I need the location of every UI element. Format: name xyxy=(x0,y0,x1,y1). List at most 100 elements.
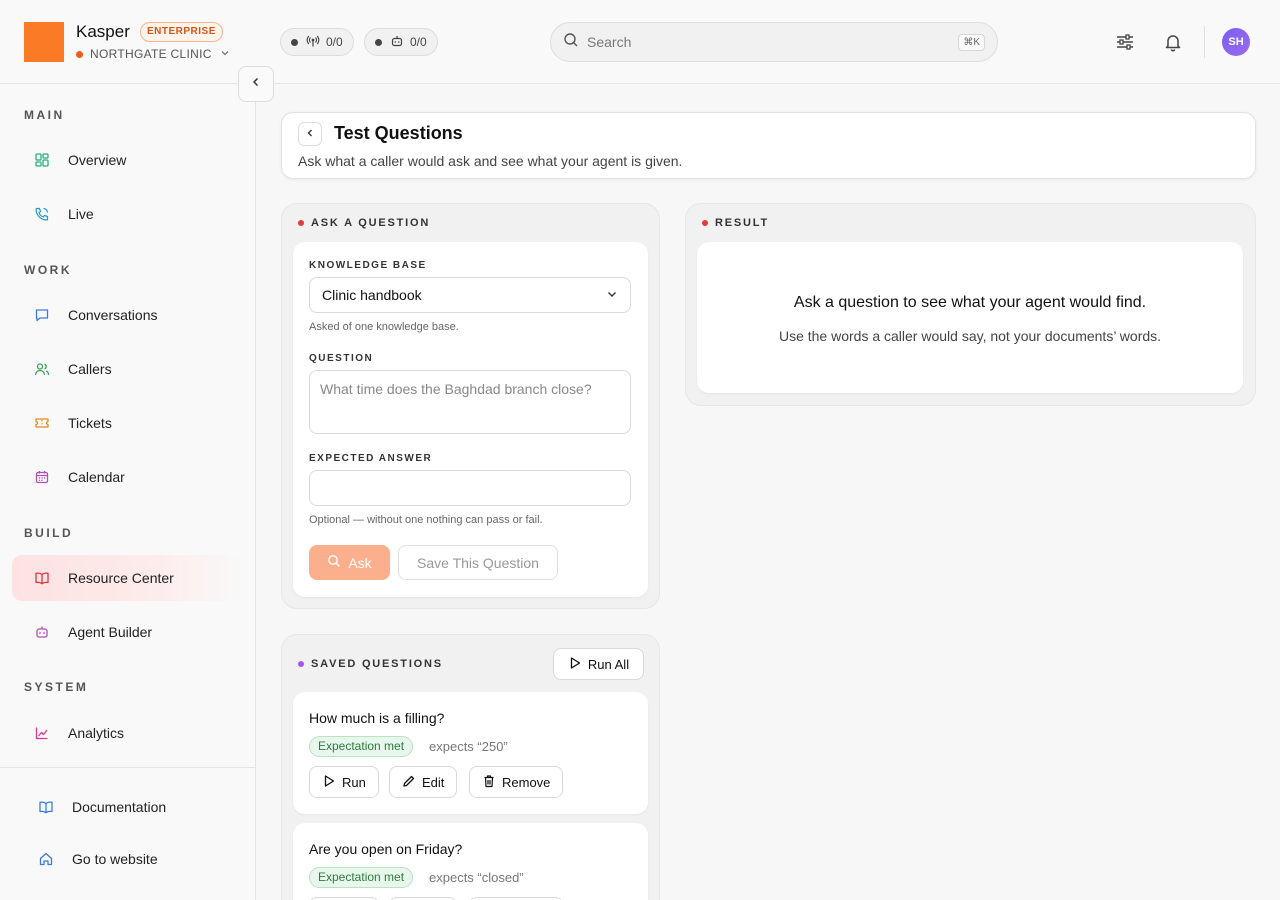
edit-button[interactable]: Edit xyxy=(389,766,458,798)
bot-icon xyxy=(34,624,50,640)
calendar-icon xyxy=(34,469,50,485)
knowledge-base-label: KNOWLEDGE BASE xyxy=(309,260,427,271)
remove-button[interactable]: Remove xyxy=(469,766,564,798)
panel-title: SAVED QUESTIONS xyxy=(311,658,443,670)
panel-heading: SAVED QUESTIONS xyxy=(298,658,443,670)
sidebar-item-agent-builder[interactable]: Agent Builder xyxy=(12,609,244,655)
sidebar-item-conversations[interactable]: Conversations xyxy=(12,292,244,338)
sidebar: MAIN Overview Live WORK Conversations Ca… xyxy=(0,84,256,900)
bot-icon xyxy=(390,34,410,51)
brand-logo xyxy=(24,22,64,62)
sidebar-item-label: Go to website xyxy=(72,851,158,867)
chevron-left-icon xyxy=(305,125,315,143)
result-empty-title: Ask a question to see what your agent wo… xyxy=(793,294,1147,311)
org-status-dot xyxy=(76,50,83,58)
chevron-down-icon xyxy=(606,287,618,303)
sidebar-item-resource-center[interactable]: Resource Center xyxy=(12,555,244,601)
status-dot xyxy=(291,38,298,46)
sidebar-item-go-to-website[interactable]: Go to website xyxy=(38,851,158,867)
expected-answer-hint: Optional — without one nothing can pass … xyxy=(309,514,543,526)
run-all-button[interactable]: Run All xyxy=(553,648,644,680)
select-value: Clinic handbook xyxy=(322,287,422,303)
page-title: Test Questions xyxy=(334,123,463,143)
sidebar-item-overview[interactable]: Overview xyxy=(12,137,244,183)
run-all-label: Run All xyxy=(587,656,630,672)
sidebar-item-label: Tickets xyxy=(68,415,112,431)
phone-icon xyxy=(34,206,50,222)
saved-question-card: Are you open on Friday? Expectation met … xyxy=(293,823,648,900)
expected-answer-text: expects “250” xyxy=(429,739,508,754)
panel-heading: ASK A QUESTION xyxy=(298,217,430,229)
sidebar-item-label: Calendar xyxy=(68,469,125,485)
sidebar-item-live[interactable]: Live xyxy=(12,191,244,237)
sidebar-item-label: Live xyxy=(68,206,94,222)
save-question-button[interactable]: Save This Question xyxy=(398,545,558,580)
page-header: Test Questions Ask what a caller would a… xyxy=(281,112,1256,179)
search-icon xyxy=(327,554,348,571)
ask-button-label: Ask xyxy=(348,554,372,571)
org-switcher[interactable]: NORTHGATE CLINIC xyxy=(76,47,230,61)
sidebar-item-calendar[interactable]: Calendar xyxy=(12,454,244,500)
remove-label: Remove xyxy=(502,774,551,790)
sidebar-item-analytics[interactable]: Analytics xyxy=(12,710,244,756)
sliders-icon[interactable] xyxy=(1113,30,1137,54)
expected-answer-field[interactable] xyxy=(309,470,631,506)
saved-questions-panel: SAVED QUESTIONS Run All How much is a fi… xyxy=(281,634,660,900)
section-label-main: MAIN xyxy=(24,108,65,122)
play-icon xyxy=(568,656,588,673)
knowledge-base-select[interactable]: Clinic handbook xyxy=(309,277,631,313)
trash-icon xyxy=(482,774,502,791)
question-field[interactable]: What time does the Baghdad branch close? xyxy=(309,370,631,434)
book-icon xyxy=(38,799,54,815)
bell-icon[interactable] xyxy=(1161,30,1185,54)
pill-value: 0/0 xyxy=(410,35,427,49)
expected-answer-text: expects “closed” xyxy=(429,870,524,885)
question-placeholder: What time does the Baghdad branch close? xyxy=(320,381,592,397)
chat-icon xyxy=(34,307,50,323)
ask-form-card: KNOWLEDGE BASE Clinic handbook Asked of … xyxy=(293,242,648,597)
sidebar-item-label: Documentation xyxy=(72,799,167,815)
section-dot xyxy=(702,220,708,226)
org-name: NORTHGATE CLINIC xyxy=(90,47,212,61)
section-dot xyxy=(298,661,304,667)
book-icon xyxy=(34,570,50,586)
search-input[interactable]: Search ⌘K xyxy=(550,22,998,62)
play-icon xyxy=(322,774,342,791)
avatar[interactable]: SH xyxy=(1222,28,1250,56)
sidebar-item-label: Resource Center xyxy=(68,570,174,586)
plan-badge: ENTERPRISE xyxy=(140,22,223,42)
section-dot xyxy=(298,220,304,226)
sidebar-divider xyxy=(0,767,256,768)
sidebar-item-documentation[interactable]: Documentation xyxy=(38,799,166,815)
sidebar-item-label: Overview xyxy=(68,152,127,168)
ticket-icon xyxy=(34,415,50,431)
chart-icon xyxy=(34,725,50,741)
sidebar-item-callers[interactable]: Callers xyxy=(12,346,244,392)
result-empty-subtitle: Use the words a caller would say, not yo… xyxy=(778,328,1162,344)
section-label-system: SYSTEM xyxy=(24,680,89,694)
status-dot xyxy=(375,38,382,46)
run-button[interactable]: Run xyxy=(309,766,379,798)
top-bar: Kasper ENTERPRISE NORTHGATE CLINIC 0/0 0… xyxy=(0,0,1280,84)
pill-value: 0/0 xyxy=(326,35,343,49)
chevron-down-icon xyxy=(220,47,230,61)
run-label: Run xyxy=(342,774,366,790)
panel-heading: RESULT xyxy=(702,217,769,229)
chevron-left-icon xyxy=(250,75,262,93)
search-shortcut: ⌘K xyxy=(958,33,985,51)
saved-question-card: How much is a filling? Expectation met e… xyxy=(293,692,648,814)
users-icon xyxy=(34,361,50,377)
live-calls-pill[interactable]: 0/0 xyxy=(280,28,354,56)
section-label-work: WORK xyxy=(24,263,72,277)
collapse-sidebar-button[interactable] xyxy=(238,66,274,102)
agents-pill[interactable]: 0/0 xyxy=(364,28,438,56)
panel-title: ASK A QUESTION xyxy=(311,217,431,229)
result-card: Ask a question to see what your agent wo… xyxy=(697,242,1243,393)
result-panel: RESULT Ask a question to see what your a… xyxy=(685,203,1256,406)
back-button[interactable] xyxy=(298,122,322,146)
ask-button[interactable]: Ask xyxy=(309,545,390,580)
sidebar-item-tickets[interactable]: Tickets xyxy=(12,400,244,446)
brand-name: Kasper xyxy=(76,22,130,41)
sidebar-item-label: Agent Builder xyxy=(68,624,153,640)
pencil-icon xyxy=(402,774,422,791)
